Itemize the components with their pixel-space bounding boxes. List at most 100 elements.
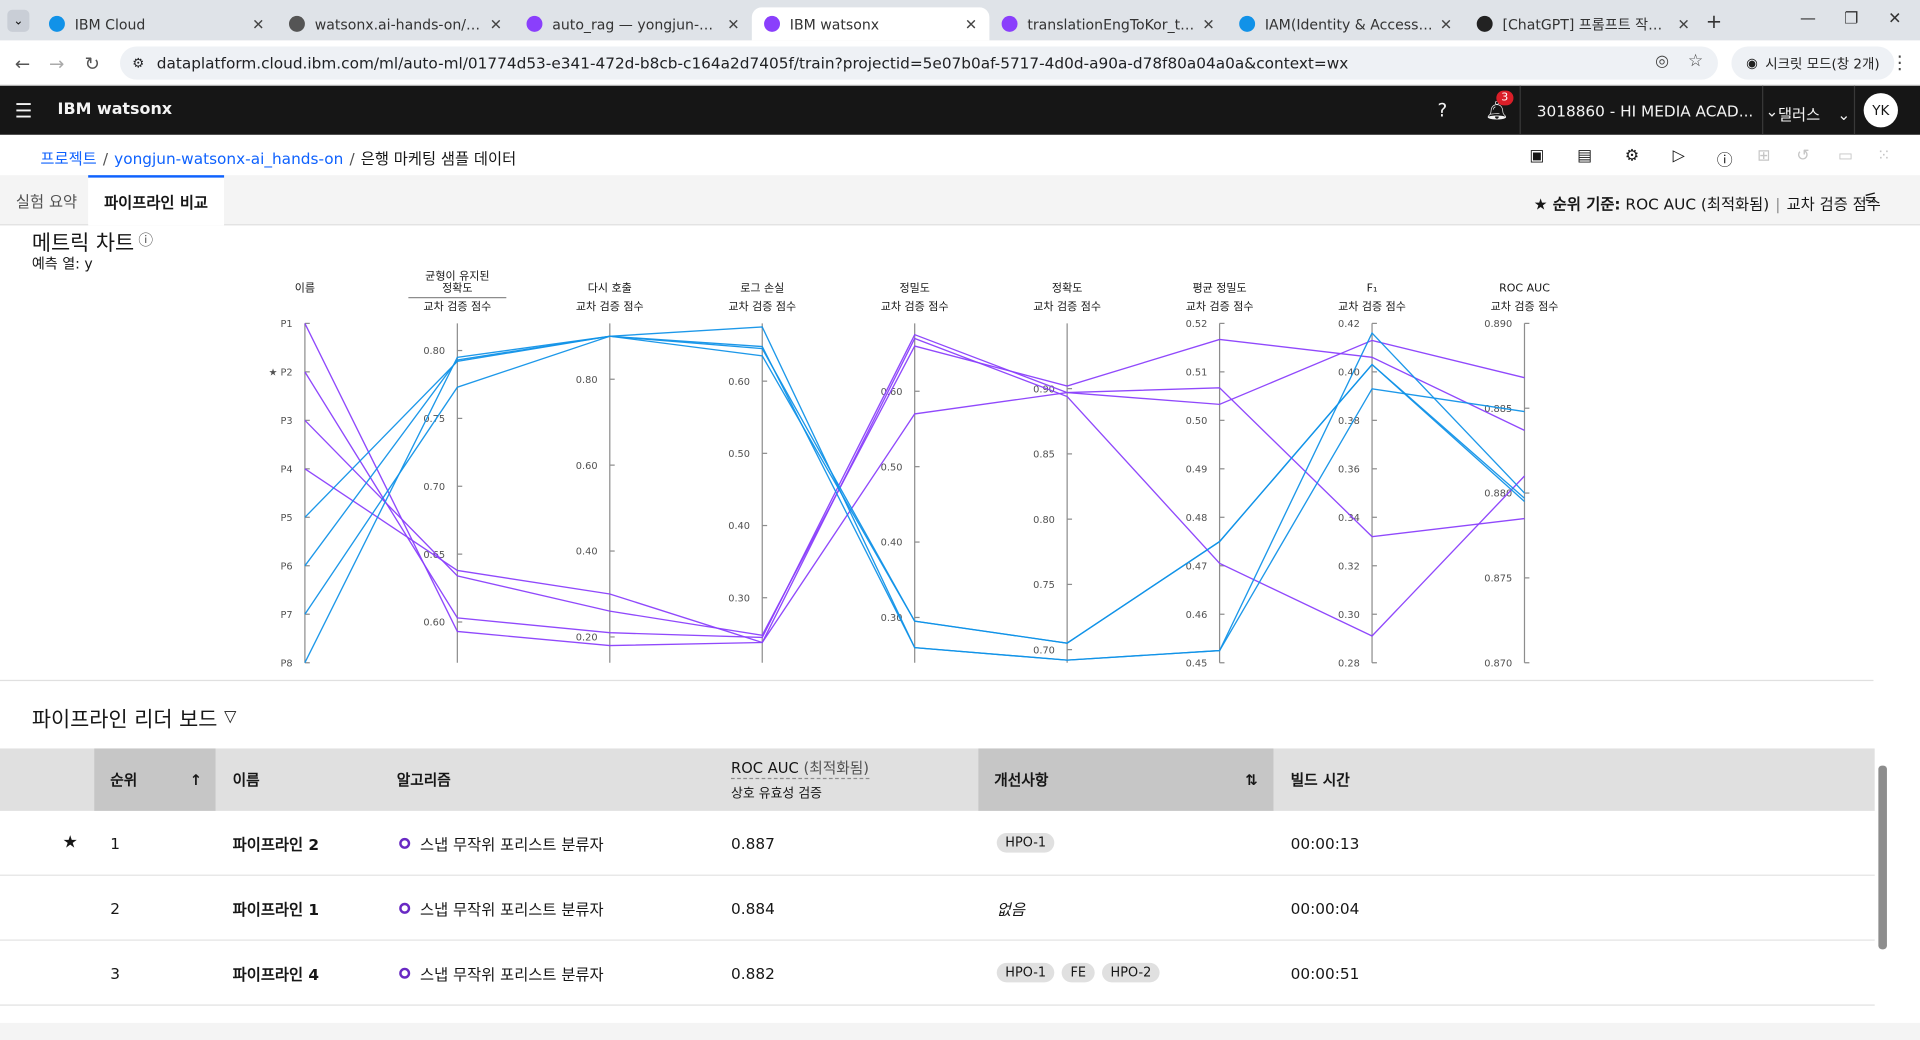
settings-icon[interactable]: ⚙ <box>1625 147 1639 165</box>
forward-icon[interactable]: → <box>49 53 64 75</box>
tick-label: 0.42 <box>1338 319 1360 330</box>
chevron-down-icon: ⌄ <box>1837 105 1851 124</box>
table-row[interactable]: ★ 1 파이프라인 2 스냅 무작위 포리스트 분류자 0.887 HPO-1 00:00:… <box>0 810 1875 876</box>
column-enhancements[interactable]: 개선사항 ⇅ <box>978 748 1274 811</box>
enhancements: HPO-1 FE HPO-2 <box>996 941 1167 1005</box>
tick-label: 0.38 <box>1338 416 1360 427</box>
sort-ascending-icon: ↑ <box>189 771 203 789</box>
browser-tab[interactable]: watsonx.ai-hands-on/README ✕ <box>277 7 515 40</box>
back-icon[interactable]: ← <box>15 53 30 75</box>
pipeline-name[interactable]: 파이프라인 2 <box>233 811 319 875</box>
breadcrumb-current: 은행 마케팅 샘플 데이터 <box>360 149 517 168</box>
region-name: 댈러스 <box>1777 105 1821 124</box>
browser-tab[interactable]: [ChatGPT] 프롬프트 작성 가이 ✕ <box>1464 7 1702 40</box>
column-name[interactable]: 이름 <box>233 748 260 810</box>
help-icon[interactable]: ? <box>1438 99 1448 121</box>
axis-sublabel: 교차 검증 점수 <box>423 300 491 313</box>
info-icon[interactable]: ⓘ <box>1717 147 1733 170</box>
tick-label: 0.70 <box>1033 645 1055 656</box>
restore-icon[interactable]: ❐ <box>1844 10 1858 28</box>
close-tab-icon[interactable]: ✕ <box>965 15 977 32</box>
tab-search-icon[interactable]: ⌄ <box>7 9 30 32</box>
column-roc-auc[interactable]: ROC AUC (최적화됨) 상호 유효성 검증 <box>731 748 870 810</box>
rank-settings-icon[interactable]: ⚟ <box>1864 190 1878 208</box>
browser-tab[interactable]: IBM Cloud ✕ <box>37 7 277 40</box>
region-switcher[interactable]: 댈러스 ⌄ <box>1778 102 1850 125</box>
filter-icon[interactable]: ▽ <box>224 708 236 726</box>
incognito-button[interactable]: ◉ 시크릿 모드(창 2개) <box>1731 46 1895 80</box>
tab-experiment-summary[interactable]: 실험 요약 <box>0 175 93 225</box>
algorithm-name: 스냅 무작위 포리스트 분류자 <box>420 964 604 984</box>
site-info-icon[interactable]: ⚙ <box>132 55 144 71</box>
table-row[interactable]: 3 파이프라인 4 스냅 무작위 포리스트 분류자 0.882 HPO-1 FE HPO-2… <box>0 940 1875 1006</box>
rank-label: ★ 순위 기준: <box>1533 194 1621 214</box>
roc-header: ROC AUC (최적화됨) <box>731 757 870 780</box>
close-tab-icon[interactable]: ✕ <box>252 15 264 32</box>
browser-tab[interactable]: IBM watsonx ✕ <box>751 7 990 41</box>
eye-off-icon[interactable]: ◎ <box>1655 53 1669 71</box>
close-tab-icon[interactable]: ✕ <box>1202 15 1214 32</box>
brand-name[interactable]: IBM watsonx <box>58 100 173 118</box>
tick-label: P1 <box>281 319 293 330</box>
new-tab-button[interactable]: + <box>1706 10 1722 33</box>
tab-pipeline-compare[interactable]: 파이프라인 비교 <box>88 175 224 226</box>
algorithm-name: 스냅 무작위 포리스트 분류자 <box>420 834 604 854</box>
pipeline-name[interactable]: 파이프라인 4 <box>233 941 319 1005</box>
browser-menu-icon[interactable]: ⋮ <box>1891 51 1909 73</box>
enhancement-tag: FE <box>1061 962 1095 983</box>
url-field[interactable]: ⚙ dataplatform.cloud.ibm.com/ml/auto-ml/… <box>120 46 1718 80</box>
table-row[interactable]: 2 파이프라인 1 스냅 무작위 포리스트 분류자 0.884 없음 00:00:04 <box>0 875 1875 941</box>
tick-label: 0.52 <box>1186 319 1208 330</box>
axis-label: 균형이 유지된 <box>425 269 489 282</box>
tab-title: IBM watsonx <box>789 15 880 33</box>
tick-label: 0.40 <box>576 547 598 558</box>
tick-label: 0.60 <box>728 377 750 388</box>
tick-label: 0.45 <box>1186 658 1208 669</box>
close-window-icon[interactable]: ✕ <box>1888 10 1901 28</box>
tab-title: IAM(Identity & Access Manag <box>1264 15 1433 33</box>
account-switcher[interactable]: 3018860 - HI MEDIA ACAD... ⌄ <box>1537 102 1779 120</box>
rank-value: 3 <box>110 963 120 982</box>
reload-icon[interactable]: ↻ <box>84 53 99 75</box>
tick-label: 0.890 <box>1484 319 1512 330</box>
close-tab-icon[interactable]: ✕ <box>1677 15 1689 32</box>
run-icon[interactable]: ▷ <box>1673 147 1685 165</box>
minimize-icon[interactable]: — <box>1800 10 1816 28</box>
browser-tab[interactable]: IAM(Identity & Access Manag ✕ <box>1227 7 1465 40</box>
build-time: 00:00:04 <box>1290 898 1360 917</box>
column-build-time[interactable]: 빌드 시간 <box>1291 748 1350 810</box>
notebook-icon[interactable]: ▤ <box>1577 147 1592 165</box>
tick-label: P4 <box>281 464 293 475</box>
leaderboard-header: 순위 ↑ 이름 알고리즘 ROC AUC (최적화됨) 상호 유효성 검증 개선사… <box>0 748 1875 811</box>
breadcrumb-projects[interactable]: 프로젝트 <box>40 149 96 167</box>
table-scrollbar[interactable] <box>1877 750 1888 1026</box>
tick-label: ★ P2 <box>269 368 293 379</box>
close-tab-icon[interactable]: ✕ <box>727 15 739 32</box>
bookmark-star-icon[interactable]: ☆ <box>1688 51 1703 71</box>
tab-title: [ChatGPT] 프롬프트 작성 가이 <box>1502 15 1670 33</box>
algorithm: 스냅 무작위 포리스트 분류자 <box>399 811 604 875</box>
avatar[interactable]: YK <box>1863 93 1898 128</box>
pipeline-name[interactable]: 파이프라인 1 <box>233 876 319 940</box>
column-rank[interactable]: 순위 ↑ <box>94 748 216 811</box>
close-tab-icon[interactable]: ✕ <box>1440 15 1452 32</box>
assets-icon[interactable]: ⁙ <box>1877 147 1890 165</box>
tick-label: 0.85 <box>1033 450 1055 461</box>
tick-label: P7 <box>281 610 293 621</box>
history-icon[interactable]: ↺ <box>1796 147 1809 165</box>
tick-label: 0.36 <box>1338 464 1360 475</box>
close-tab-icon[interactable]: ✕ <box>490 15 502 32</box>
axis-label: 평균 정밀도 <box>1193 282 1247 295</box>
tree-icon[interactable]: ⊞ <box>1757 147 1770 165</box>
column-rank-label: 순위 <box>110 771 138 789</box>
browser-tab[interactable]: translationEngToKor_test — yo ✕ <box>989 7 1227 40</box>
menu-icon[interactable]: ☰ <box>15 99 33 122</box>
breadcrumb-project[interactable]: yongjun-watsonx-ai_hands-on <box>114 149 343 167</box>
browser-tab[interactable]: auto_rag — yongjun-watsonx ✕ <box>514 7 752 40</box>
column-algorithm[interactable]: 알고리즘 <box>397 748 451 810</box>
chevron-down-icon: ⌄ <box>1765 101 1779 121</box>
leaderboard-title: 파이프라인 리더 보드 <box>31 708 218 733</box>
tick-label: 0.51 <box>1186 368 1208 379</box>
save-icon[interactable]: ▣ <box>1529 147 1544 165</box>
comment-icon[interactable]: ▭ <box>1838 147 1853 165</box>
